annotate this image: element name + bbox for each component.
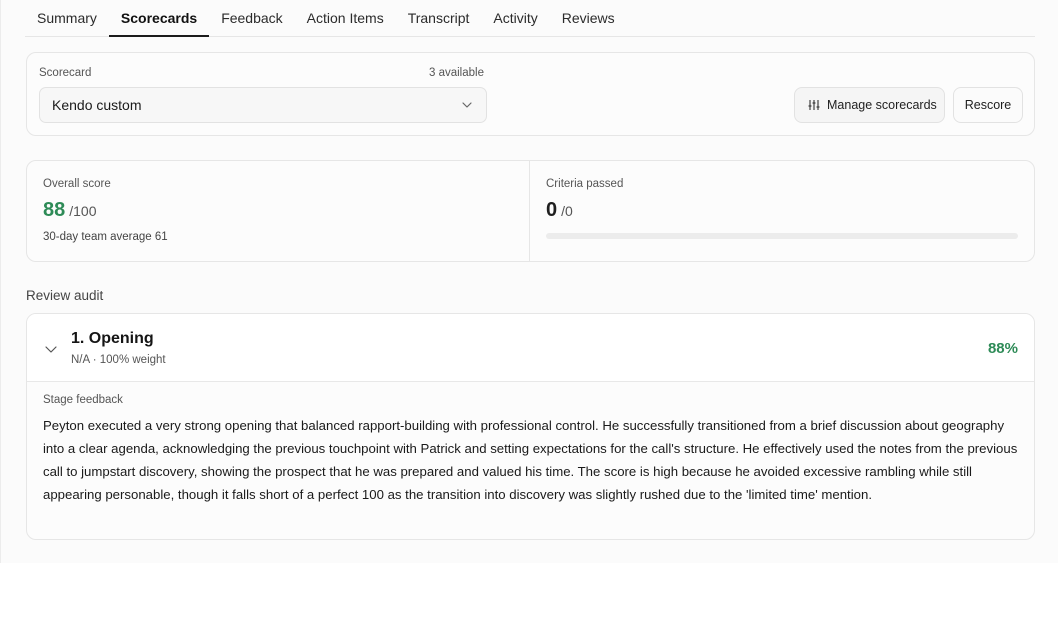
chevron-down-icon xyxy=(462,102,472,108)
manage-scorecards-label: Manage scorecards xyxy=(827,98,937,112)
stage-meta: N/A · 100% weight xyxy=(71,354,166,366)
scorecard-select[interactable]: Kendo custom xyxy=(39,87,487,123)
rescore-label: Rescore xyxy=(964,98,1012,112)
stage-card: 1. Opening N/A · 100% weight 88% Stage f… xyxy=(26,313,1035,540)
tab-summary[interactable]: Summary xyxy=(25,0,109,36)
tab-activity[interactable]: Activity xyxy=(481,0,549,36)
sliders-icon xyxy=(808,100,820,110)
overall-score-value: 88 xyxy=(43,199,66,221)
scorecard-select-value: Kendo custom xyxy=(52,97,142,113)
overall-score-value-group: 88 /100 xyxy=(43,199,97,222)
overall-score-card: Overall score 88 /100 30-day team averag… xyxy=(27,161,530,261)
tab-transcript[interactable]: Transcript xyxy=(396,0,482,36)
criteria-passed-value: 0 xyxy=(546,199,558,221)
tab-scorecards[interactable]: Scorecards xyxy=(108,0,210,37)
tab-bar: Summary Scorecards Feedback Action Items… xyxy=(25,0,1035,37)
review-audit-title: Review audit xyxy=(26,288,104,303)
stage-header[interactable]: 1. Opening N/A · 100% weight 88% xyxy=(27,314,1034,382)
scorecard-available-count: 3 available xyxy=(429,67,484,79)
manage-scorecards-button[interactable]: Manage scorecards xyxy=(794,87,945,123)
stage-score-percent: 88% xyxy=(987,340,1018,357)
stage-feedback-text: Peyton executed a very strong opening th… xyxy=(43,418,1018,502)
criteria-passed-card: Criteria passed 0 /0 xyxy=(530,161,1034,261)
criteria-passed-label: Criteria passed xyxy=(546,178,624,190)
team-average: 30-day team average 61 xyxy=(43,231,168,243)
tab-reviews[interactable]: Reviews xyxy=(550,0,627,36)
tab-action-items[interactable]: Action Items xyxy=(295,0,396,36)
criteria-progress-bar xyxy=(546,233,1018,239)
overall-score-max: /100 xyxy=(69,203,97,219)
chevron-down-icon[interactable] xyxy=(45,343,57,355)
score-metrics: Overall score 88 /100 30-day team averag… xyxy=(26,160,1035,262)
stage-title: 1. Opening xyxy=(71,330,154,347)
criteria-passed-max: /0 xyxy=(561,203,573,219)
tab-feedback[interactable]: Feedback xyxy=(209,0,294,36)
rescore-button[interactable]: Rescore xyxy=(953,87,1023,123)
criteria-passed-value-group: 0 /0 xyxy=(546,199,573,222)
overall-score-label: Overall score xyxy=(43,178,111,190)
scorecard-label: Scorecard xyxy=(39,67,92,79)
stage-feedback-label: Stage feedback xyxy=(43,394,123,406)
scorecard-panel: Scorecard 3 available Kendo custom Manag… xyxy=(26,52,1035,136)
app-root: Summary Scorecards Feedback Action Items… xyxy=(0,0,1058,563)
